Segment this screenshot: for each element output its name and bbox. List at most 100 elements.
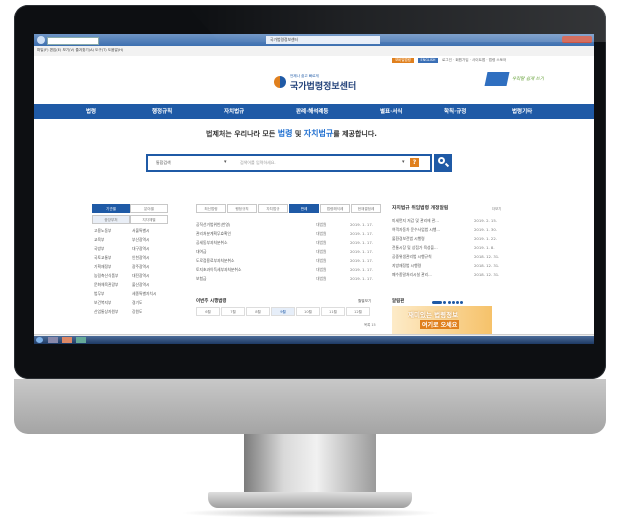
headline-and: 및 bbox=[292, 130, 304, 138]
list-item-title[interactable]: 미세먼지 저감 및 관리에 관... bbox=[392, 218, 470, 224]
search-icon bbox=[438, 157, 445, 164]
list-item-title[interactable]: 여객자동차 운수사업법 시행... bbox=[392, 227, 470, 233]
month-tab[interactable]: 8월 bbox=[246, 307, 270, 316]
list-item[interactable]: 강원도 bbox=[132, 309, 142, 315]
table-row-title[interactable]: 공직선거법위반(반영) bbox=[196, 222, 308, 228]
search-box: 통합검색 ▾ 검색어를 입력하세요. ▾ ? bbox=[146, 154, 432, 172]
nav-item-precedents[interactable]: 판례·해석례등 bbox=[296, 107, 328, 115]
nav-item-laws[interactable]: 법령 bbox=[86, 107, 96, 115]
tab-middle[interactable]: 최신법령 bbox=[196, 204, 226, 213]
taskbar bbox=[34, 336, 594, 344]
stand-shadow bbox=[180, 508, 440, 518]
tab-middle[interactable]: 판례 bbox=[289, 204, 319, 213]
search-button[interactable] bbox=[434, 154, 452, 172]
list-item-date: 2018. 12. 31. bbox=[474, 254, 500, 259]
chevron-down-icon[interactable]: ▾ bbox=[402, 159, 405, 165]
list-item[interactable]: 광주광역시 bbox=[132, 264, 149, 270]
menu-text[interactable]: 파일(F) 편집(E) 보기(V) 즐겨찾기(A) 도구(T) 도움말(H) bbox=[37, 48, 123, 53]
back-icon[interactable] bbox=[37, 36, 45, 44]
table-row-date: 2019. 1. 17. bbox=[350, 258, 373, 263]
tab-middle[interactable]: 법령해석례 bbox=[320, 204, 350, 213]
list-item-title[interactable]: 물환경보전법 시행령 bbox=[392, 236, 470, 242]
tab-by-agency[interactable]: 기관별 bbox=[92, 204, 130, 213]
nav-item-admin-rules[interactable]: 행정규칙 bbox=[152, 107, 172, 115]
list-item[interactable]: 서울특별시 bbox=[132, 228, 149, 234]
tab-middle[interactable]: 자치법규 bbox=[258, 204, 288, 213]
nav-item-forms[interactable]: 별표·서식 bbox=[380, 107, 402, 115]
list-item[interactable]: 경기도 bbox=[132, 300, 142, 306]
nav-item-local-laws[interactable]: 자치법규 bbox=[224, 107, 244, 115]
list-item[interactable]: 대전광역시 bbox=[132, 273, 149, 279]
right-more-link[interactable]: 더보기 bbox=[492, 206, 501, 211]
nav-item-school-rules[interactable]: 학칙·규정 bbox=[444, 107, 466, 115]
table-row-date: 2019. 1. 17. bbox=[350, 222, 373, 227]
promo-banner[interactable]: 재미있는 법령정보 여기로 오세요 bbox=[392, 306, 492, 334]
tab-middle[interactable]: 헌재결정례 bbox=[351, 204, 381, 213]
chevron-down-icon[interactable]: ▾ bbox=[224, 159, 227, 165]
list-item[interactable]: 고용노동부 bbox=[94, 228, 111, 234]
tab-central[interactable]: 중앙부처 bbox=[92, 215, 130, 224]
table-row-title[interactable]: 공세동부과처분취소 bbox=[196, 240, 308, 246]
list-item[interactable]: 인천광역시 bbox=[132, 255, 149, 261]
list-item[interactable]: 법무부 bbox=[94, 291, 104, 297]
list-item[interactable]: 대구광역시 bbox=[132, 246, 149, 252]
list-item[interactable]: 농림축산식품부 bbox=[94, 273, 118, 279]
address-bar[interactable] bbox=[47, 37, 99, 45]
taskbar-app-icon[interactable] bbox=[76, 337, 86, 343]
table-row-date: 2019. 1. 17. bbox=[350, 231, 373, 236]
table-row-title[interactable]: 보험금 bbox=[196, 276, 308, 282]
list-item[interactable]: 보건복지부 bbox=[94, 300, 111, 306]
banner-text[interactable]: 우리말 쉽게 쓰기 bbox=[512, 76, 544, 82]
calendar-link[interactable]: 월별보기 bbox=[358, 299, 371, 304]
notice-title: 알림판 bbox=[392, 299, 405, 304]
table-row-title[interactable]: 대여금 bbox=[196, 249, 308, 255]
tab-middle[interactable]: 행정규칙 bbox=[227, 204, 257, 213]
list-item[interactable]: 교육부 bbox=[94, 237, 104, 243]
table-row-court: 대법원 bbox=[316, 240, 327, 245]
list-item[interactable]: 산업통상자원부 bbox=[94, 309, 118, 315]
table-row-title[interactable]: 관리처분계획무효확인 bbox=[196, 231, 308, 237]
list-item[interactable]: 세종특별자치시 bbox=[132, 291, 156, 297]
table-row-court: 대법원 bbox=[316, 222, 327, 227]
month-tab[interactable]: 11월 bbox=[321, 307, 345, 316]
list-item-title[interactable]: 전통시장 및 상점가 육성을... bbox=[392, 245, 470, 251]
taskbar-app-icon[interactable] bbox=[62, 337, 72, 343]
search-category[interactable]: 통합검색 bbox=[156, 160, 171, 166]
promo-line1: 재미있는 법령정보 bbox=[408, 311, 459, 319]
list-item-title[interactable]: 공중위생관리법 시행규칙 bbox=[392, 254, 470, 260]
table-row-title[interactable]: 토지초과이득세부과처분취소 bbox=[196, 267, 308, 273]
month-tab[interactable]: 12월 bbox=[346, 307, 370, 316]
table-row-court: 대법원 bbox=[316, 249, 327, 254]
tab-by-field[interactable]: 분야별 bbox=[130, 204, 168, 213]
taskbar-app-icon[interactable] bbox=[48, 337, 58, 343]
start-icon[interactable] bbox=[36, 337, 43, 343]
mobile-link[interactable]: 모바일법령 bbox=[392, 58, 414, 63]
monitor-chin bbox=[14, 379, 606, 434]
list-item-title[interactable]: 지방재정법 시행령 bbox=[392, 263, 470, 269]
english-link[interactable]: ENGLISH bbox=[418, 58, 438, 63]
search-input[interactable]: 검색어를 입력하세요. bbox=[240, 160, 276, 166]
month-tab[interactable]: 10월 bbox=[296, 307, 320, 316]
list-item[interactable]: 부산광역시 bbox=[132, 237, 149, 243]
month-tab[interactable]: 9월 bbox=[271, 307, 295, 316]
search-headline: 법제처는 우리나라 모든 법령 및 자치법규를 제공합니다. bbox=[206, 128, 377, 139]
table-row-title[interactable]: 도로점용료부과처분취소 bbox=[196, 258, 308, 264]
list-item[interactable]: 국방부 bbox=[94, 246, 104, 252]
logo-title[interactable]: 국가법령정보센터 bbox=[290, 79, 356, 92]
table-row-court: 대법원 bbox=[316, 276, 327, 281]
list-item-title[interactable]: 폐수종말처리시설 관리... bbox=[392, 272, 470, 278]
list-item[interactable]: 울산광역시 bbox=[132, 282, 149, 288]
util-bar: 모바일법령 ENGLISH 로그인 · 회원가입 · 사이트맵 · 법령 스토어 bbox=[34, 56, 594, 65]
help-button[interactable]: ? bbox=[410, 158, 419, 167]
util-links[interactable]: 로그인 · 회원가입 · 사이트맵 · 법령 스토어 bbox=[442, 58, 506, 63]
nav-item-other[interactable]: 법령기타 bbox=[512, 107, 532, 115]
monitor-stand-neck bbox=[244, 434, 376, 492]
month-tab[interactable]: 7월 bbox=[221, 307, 245, 316]
month-tab[interactable]: 6월 bbox=[196, 307, 220, 316]
list-item[interactable]: 기획재정부 bbox=[94, 264, 111, 270]
monitor-stand-base bbox=[208, 492, 412, 508]
tab-local-gov[interactable]: 지자체별 bbox=[130, 215, 168, 224]
list-item[interactable]: 국토교통부 bbox=[94, 255, 111, 261]
list-item[interactable]: 문화체육관광부 bbox=[94, 282, 118, 288]
carousel-dots[interactable] bbox=[432, 300, 492, 304]
